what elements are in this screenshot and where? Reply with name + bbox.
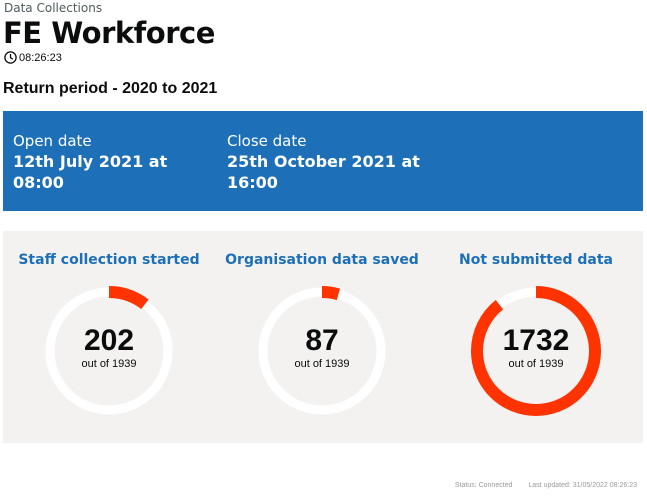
progress-ring: 87 out of 1939 — [257, 286, 387, 416]
progress-ring: 202 out of 1939 — [44, 286, 174, 416]
stat-total: out of 1939 — [508, 358, 564, 370]
clock-icon — [4, 51, 17, 64]
stats-panel: Staff collection started 202 out of 1939… — [3, 231, 643, 443]
close-date-value: 25th October 2021 at 16:00 — [227, 152, 420, 192]
close-date-label: Close date — [227, 132, 307, 150]
open-date-label: Open date — [13, 132, 92, 150]
stat-value: 1732 — [502, 324, 570, 357]
stat-total: out of 1939 — [294, 358, 350, 370]
connection-status: Status: Connected — [454, 482, 513, 489]
stat-value: 87 — [305, 324, 339, 357]
page-title: FE Workforce — [3, 16, 215, 50]
return-period: Return period - 2020 to 2021 — [3, 80, 218, 97]
clock: 08:26:23 — [4, 51, 62, 64]
close-date: Close date 25th October 2021 at 16:00 — [227, 131, 427, 193]
stat-not-submitted: Not submitted data 1732 out of 1939 — [430, 249, 642, 416]
stat-value: 202 — [83, 324, 135, 357]
dates-banner: Open date 12th July 2021 at 08:00 Close … — [3, 111, 643, 211]
stat-organisation-saved: Organisation data saved 87 out of 1939 — [216, 249, 428, 416]
open-date: Open date 12th July 2021 at 08:00 — [13, 131, 223, 193]
progress-ring: 1732 out of 1939 — [471, 286, 601, 416]
footer-status: Status: Connected Last updated: 31/05/20… — [441, 482, 637, 489]
stat-heading: Organisation data saved — [225, 252, 419, 268]
clock-time: 08:26:23 — [19, 51, 62, 64]
open-date-value: 12th July 2021 at 08:00 — [13, 152, 168, 192]
stat-heading: Staff collection started — [18, 252, 200, 268]
last-updated: Last updated: 31/05/2022 08:26:23 — [528, 482, 637, 489]
stat-total: out of 1939 — [81, 358, 137, 370]
stat-heading: Not submitted data — [459, 252, 613, 268]
stat-staff-collection: Staff collection started 202 out of 1939 — [3, 249, 215, 416]
page-caption: Data Collections — [4, 1, 103, 15]
